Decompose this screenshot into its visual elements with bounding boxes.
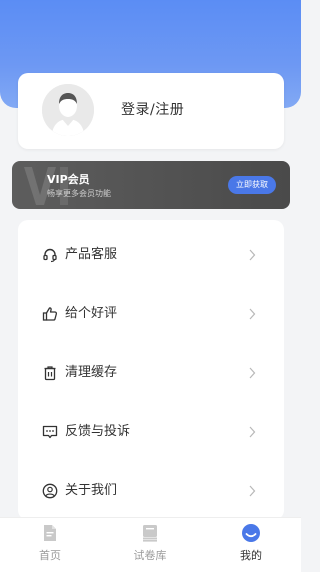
tab-exam-library[interactable]: 试卷库 xyxy=(100,523,200,571)
vip-title: VIP会员 xyxy=(47,173,90,186)
bottom-tab-bar: 首页 试卷库 我的 xyxy=(0,517,301,572)
menu-item-customer-service[interactable]: 产品客服 xyxy=(18,226,284,284)
menu-item-label: 关于我们 xyxy=(65,483,118,498)
chevron-right-icon xyxy=(249,485,256,497)
menu-item-feedback[interactable]: 反馈与投诉 xyxy=(18,403,284,461)
headset-icon xyxy=(43,248,57,263)
document-icon xyxy=(44,525,56,541)
menu-item-label: 给个好评 xyxy=(65,306,118,321)
trash-icon xyxy=(44,366,56,381)
tab-home[interactable]: 首页 xyxy=(0,523,100,571)
profile-icon xyxy=(242,524,260,542)
thumbs-up-icon xyxy=(42,307,58,321)
menu-item-label: 产品客服 xyxy=(65,247,118,262)
profile-screen: 登录/注册 VIP会员 畅享更多会员功能 立即获取 产品客服 给个好评 清理缓存… xyxy=(0,0,301,572)
tab-mine[interactable]: 我的 xyxy=(201,523,301,571)
profile-card[interactable]: 登录/注册 xyxy=(18,73,284,149)
avatar[interactable] xyxy=(42,84,94,136)
vip-subtitle: 畅享更多会员功能 xyxy=(47,189,111,198)
menu-item-clear-cache[interactable]: 清理缓存 xyxy=(18,344,284,402)
login-register-link[interactable]: 登录/注册 xyxy=(121,99,184,119)
menu-item-label: 反馈与投诉 xyxy=(65,424,131,439)
chevron-right-icon xyxy=(249,308,256,320)
tab-label: 我的 xyxy=(240,549,262,562)
vip-get-now-button[interactable]: 立即获取 xyxy=(228,176,276,194)
tab-label: 首页 xyxy=(39,549,61,562)
tab-label: 试卷库 xyxy=(133,549,167,562)
menu-item-label: 清理缓存 xyxy=(65,365,118,380)
settings-menu: 产品客服 给个好评 清理缓存 反馈与投诉 关于我们 xyxy=(18,220,284,520)
default-avatar-icon xyxy=(42,84,94,136)
feedback-icon xyxy=(42,425,58,439)
books-icon xyxy=(143,525,157,542)
vip-banner[interactable]: VIP会员 畅享更多会员功能 立即获取 xyxy=(12,161,290,209)
menu-item-about-us[interactable]: 关于我们 xyxy=(18,462,284,520)
chevron-right-icon xyxy=(249,367,256,379)
user-circle-icon xyxy=(42,483,58,499)
chevron-right-icon xyxy=(249,426,256,438)
chevron-right-icon xyxy=(249,249,256,261)
menu-item-rate-us[interactable]: 给个好评 xyxy=(18,285,284,343)
